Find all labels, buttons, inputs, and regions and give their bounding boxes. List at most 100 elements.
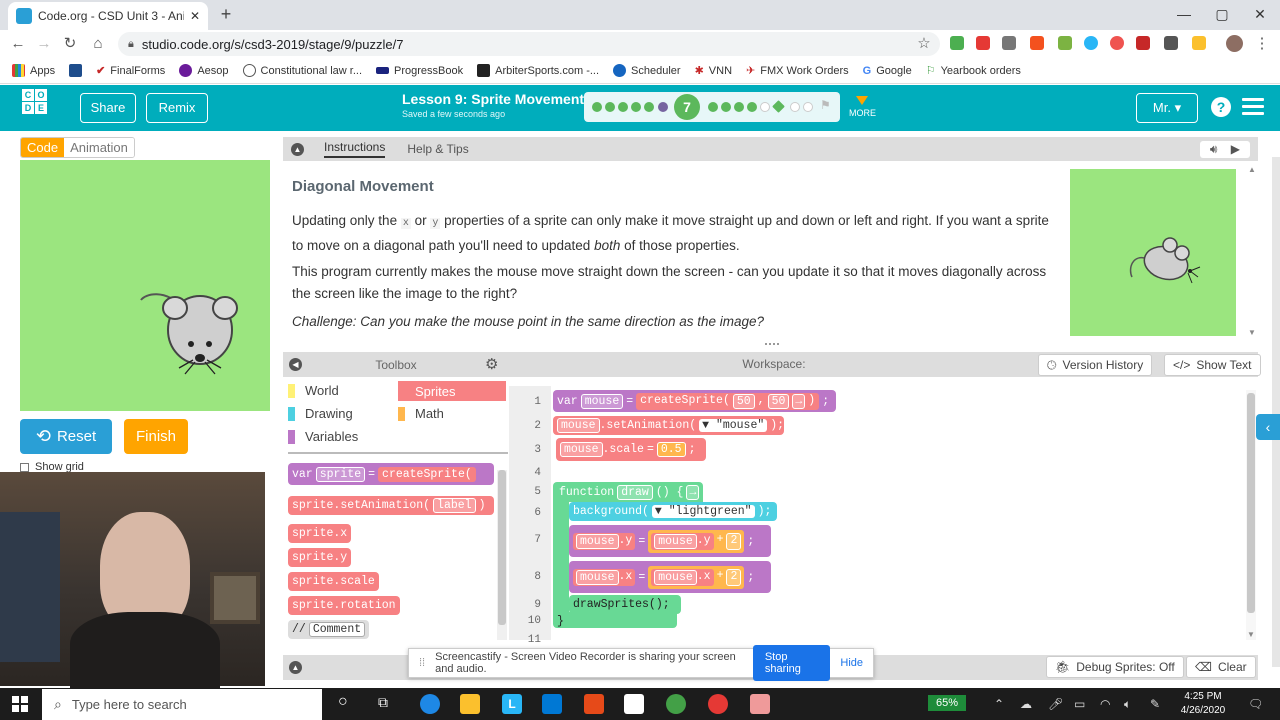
back-icon[interactable]: ← xyxy=(8,34,28,54)
extension-icon[interactable] xyxy=(1058,36,1072,50)
user-menu-button[interactable]: Mr. ▾ xyxy=(1136,93,1198,123)
level-dot-completed[interactable] xyxy=(721,102,731,112)
file-explorer-icon[interactable] xyxy=(460,694,480,714)
taskbar-clock[interactable]: 4:25 PM 4/26/2020 xyxy=(1172,690,1234,718)
level-dot-completed[interactable] xyxy=(618,102,628,112)
bookmark-google[interactable]: G Google xyxy=(863,65,912,77)
finish-button[interactable]: Finish xyxy=(124,419,188,454)
current-level-badge[interactable]: 7 xyxy=(674,94,700,120)
windows-start-icon[interactable] xyxy=(12,696,28,712)
toolbox-scroll-thumb[interactable] xyxy=(498,470,506,625)
clear-button[interactable]: ⌫ Clear xyxy=(1186,656,1256,678)
chrome-menu-icon[interactable]: ⋮ xyxy=(1252,34,1272,54)
show-text-button[interactable]: </> Show Text xyxy=(1164,354,1261,376)
level-dot-incomplete[interactable] xyxy=(760,102,770,112)
bookmark-scheduler[interactable]: Scheduler xyxy=(613,64,681,77)
code-line-background[interactable]: background(▼ "lightgreen"); xyxy=(569,502,777,521)
screencastify-app-icon[interactable] xyxy=(750,694,770,714)
cortana-icon[interactable]: ○ xyxy=(338,693,348,711)
code-line-mouse-x[interactable]: mouse .x = mouse .x +2 ; xyxy=(569,561,771,593)
forward-icon[interactable]: → xyxy=(34,34,54,54)
level-dot-completed[interactable] xyxy=(734,102,744,112)
bookmark-apps[interactable]: Apps xyxy=(12,64,55,77)
new-tab-icon[interactable]: + xyxy=(216,4,236,24)
collapse-up-icon[interactable]: ▲ xyxy=(289,661,302,674)
bookmark-person[interactable] xyxy=(69,64,83,77)
side-panel-toggle[interactable]: ‹ xyxy=(1256,414,1280,440)
share-button[interactable]: Share xyxy=(80,93,136,123)
more-levels-button[interactable]: MORE xyxy=(849,96,876,118)
battery-indicator[interactable]: 65% xyxy=(928,695,966,711)
level-dot-assessment[interactable] xyxy=(658,102,668,112)
microphone-icon[interactable]: 🎤︎ xyxy=(1048,697,1063,711)
url-bar[interactable]: 🔒︎ studio.code.org/s/csd3-2019/stage/9/p… xyxy=(118,32,940,56)
collapse-left-icon[interactable]: ◀ xyxy=(289,358,302,371)
animation-tab[interactable]: Animation xyxy=(64,138,134,157)
level-diamond-bonus[interactable] xyxy=(772,100,785,113)
hamburger-menu-icon[interactable] xyxy=(1242,98,1264,116)
scroll-down-icon[interactable]: ▼ xyxy=(1247,630,1255,639)
level-dot-completed[interactable] xyxy=(747,102,757,112)
help-icon[interactable]: ? xyxy=(1211,97,1231,117)
page-scrollbar[interactable] xyxy=(1272,157,1280,667)
edge-icon[interactable] xyxy=(420,694,440,714)
pen-icon[interactable]: ✎ xyxy=(1150,697,1160,711)
scroll-down-icon[interactable]: ▼ xyxy=(1248,328,1256,337)
minimize-icon[interactable]: — xyxy=(1166,3,1202,25)
extension-icon[interactable] xyxy=(1030,36,1044,50)
tab-instructions[interactable]: Instructions xyxy=(324,140,386,158)
wifi-icon[interactable]: ◠ xyxy=(1100,697,1110,711)
extension-icon[interactable] xyxy=(1110,36,1124,50)
extension-icon[interactable] xyxy=(1136,36,1150,50)
toolbox-block-sprite-scale[interactable]: sprite.scale xyxy=(288,572,379,591)
extension-icon[interactable] xyxy=(1164,36,1178,50)
bookmark-arbiter[interactable]: ArbiterSports.com -... xyxy=(477,64,599,77)
lesson-title[interactable]: Lesson 9: Sprite Movement xyxy=(402,91,584,107)
arrow-right-icon[interactable]: → xyxy=(686,485,700,500)
level-dot-incomplete[interactable] xyxy=(803,102,813,112)
cloud-icon[interactable]: ☁ xyxy=(1020,697,1032,711)
stop-sharing-button[interactable]: Stop sharing xyxy=(752,645,831,681)
codeorg-app-icon[interactable] xyxy=(624,694,644,714)
task-view-icon[interactable]: ⧉ xyxy=(378,694,388,711)
code-tab[interactable]: Code xyxy=(21,138,65,157)
taskbar-search[interactable]: ⌕ Type here to search xyxy=(42,689,322,720)
level-dot-completed[interactable] xyxy=(644,102,654,112)
remix-button[interactable]: Remix xyxy=(146,93,208,123)
category-sprites[interactable]: Sprites xyxy=(398,381,506,401)
flag-icon[interactable]: ⚑ xyxy=(820,98,831,112)
extension-icon[interactable] xyxy=(1192,36,1206,50)
reload-icon[interactable]: ↻ xyxy=(60,34,80,54)
close-tab-icon[interactable]: ✕ xyxy=(190,9,200,23)
scroll-up-icon[interactable]: ▲ xyxy=(1248,165,1256,174)
reset-button[interactable]: ⟲ Reset xyxy=(20,419,112,454)
toolbox-block-sprite-y[interactable]: sprite.y xyxy=(288,548,352,567)
bookmark-progressbook[interactable]: ProgressBook xyxy=(376,65,463,77)
bookmark-aesop[interactable]: Aesop xyxy=(179,64,229,77)
level-dot-completed[interactable] xyxy=(605,102,615,112)
code-line-set-animation[interactable]: mouse .setAnimation(▼ "mouse"); xyxy=(553,416,784,435)
maximize-icon[interactable]: ▢ xyxy=(1204,3,1240,25)
battery-icon[interactable]: ▭ xyxy=(1074,697,1085,711)
drag-handle-icon[interactable]: ⁞⁞ xyxy=(419,657,425,669)
outlook-icon[interactable] xyxy=(542,694,562,714)
chrome-icon[interactable] xyxy=(666,694,686,714)
bookmark-star-icon[interactable]: ☆ xyxy=(914,34,934,54)
create-sprite-call[interactable]: createSprite(50, 50 →) xyxy=(636,392,820,410)
speaker-icon[interactable]: 🔊︎ xyxy=(1210,142,1218,156)
level-dot-completed[interactable] xyxy=(708,102,718,112)
close-window-icon[interactable]: ✕ xyxy=(1242,3,1278,25)
notification-icon[interactable]: 🗨︎ xyxy=(1248,697,1263,711)
code-line-mouse-scale[interactable]: mouse .scale = 0.5 ; xyxy=(556,438,706,461)
debug-sprites-button[interactable]: 🐞︎ Debug Sprites: Off xyxy=(1046,656,1184,678)
workspace-scroll-thumb[interactable] xyxy=(1247,393,1255,613)
version-history-button[interactable]: 🕓︎ Version History xyxy=(1038,354,1153,376)
arrow-right-icon[interactable]: → xyxy=(792,393,806,409)
color-dropdown[interactable]: ▼ "lightgreen" xyxy=(651,505,755,518)
code-line-mouse-y[interactable]: mouse .y = mouse .y +2 ; xyxy=(569,525,771,557)
level-dot-completed[interactable] xyxy=(592,102,602,112)
code-line-var-mouse[interactable]: var mouse = createSprite(50, 50 →) ; xyxy=(553,390,836,412)
browser-tab[interactable]: Code.org - CSD Unit 3 - Animati ✕ xyxy=(8,2,208,30)
home-icon[interactable]: ⌂ xyxy=(88,34,108,54)
toolbox-block-sprite-x[interactable]: sprite.x xyxy=(288,524,352,543)
